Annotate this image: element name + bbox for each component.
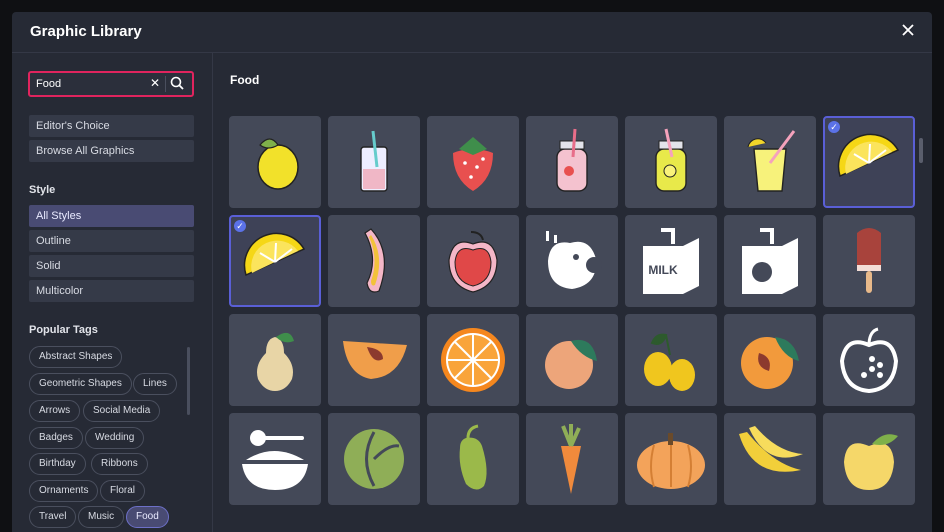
style-option-multicolor[interactable]: Multicolor <box>29 280 194 302</box>
graphic-tile[interactable] <box>526 413 618 505</box>
graphic-tile[interactable] <box>328 116 420 208</box>
graphic-tile[interactable] <box>823 413 915 505</box>
style-option-all-styles[interactable]: All Styles <box>29 205 194 227</box>
tag-wedding[interactable]: Wedding <box>85 427 145 449</box>
graphic-tile[interactable] <box>526 116 618 208</box>
sidebar-scrollbar[interactable] <box>187 347 190 415</box>
graphic-tile[interactable] <box>625 413 717 505</box>
graphic-tile[interactable] <box>526 215 618 307</box>
modal-title: Graphic Library <box>30 23 142 40</box>
graphic-tile[interactable] <box>724 116 816 208</box>
editors-choice-button[interactable]: Editor's Choice <box>29 115 194 137</box>
tag-badges[interactable]: Badges <box>29 427 83 449</box>
graphic-tile[interactable] <box>724 215 816 307</box>
tag-ribbons[interactable]: Ribbons <box>91 453 148 475</box>
tag-social-media[interactable]: Social Media <box>83 400 161 422</box>
graphic-tile[interactable] <box>724 413 816 505</box>
graphic-tile[interactable]: ✓ <box>229 215 321 307</box>
search-icon[interactable] <box>170 76 186 92</box>
tag-floral[interactable]: Floral <box>100 480 146 502</box>
graphic-library-modal: Graphic Library ✕ Editor's Choice Browse… <box>12 12 932 532</box>
tag-music[interactable]: Music <box>78 506 125 528</box>
graphic-tile[interactable] <box>229 116 321 208</box>
browse-all-graphics-button[interactable]: Browse All Graphics <box>29 140 194 162</box>
graphic-tile[interactable] <box>724 314 816 406</box>
graphic-tile[interactable] <box>823 314 915 406</box>
graphic-tile[interactable] <box>328 314 420 406</box>
graphic-tile[interactable]: MILK <box>625 215 717 307</box>
checkmark-icon: ✓ <box>234 220 246 232</box>
graphic-tile[interactable] <box>229 413 321 505</box>
tag-arrows[interactable]: Arrows <box>29 400 81 422</box>
style-option-solid[interactable]: Solid <box>29 255 194 277</box>
checkmark-icon: ✓ <box>828 121 840 133</box>
tag-travel[interactable]: Travel <box>29 506 77 528</box>
svg-text:MILK: MILK <box>648 263 678 277</box>
graphic-tile[interactable] <box>427 314 519 406</box>
tag-lines[interactable]: Lines <box>133 373 177 395</box>
graphic-tile[interactable] <box>427 413 519 505</box>
popular-tags-heading: Popular Tags <box>29 324 98 336</box>
tag-food[interactable]: Food <box>126 506 169 528</box>
tag-ornaments[interactable]: Ornaments <box>29 480 99 502</box>
graphic-tile[interactable]: ✓ <box>823 116 915 208</box>
graphic-tile[interactable] <box>823 215 915 307</box>
search-input[interactable] <box>36 76 136 92</box>
tag-abstract-shapes[interactable]: Abstract Shapes <box>29 346 123 368</box>
style-option-outline[interactable]: Outline <box>29 230 194 252</box>
graphic-tile[interactable] <box>427 215 519 307</box>
results-scrollbar[interactable] <box>919 138 923 163</box>
graphic-tile[interactable] <box>625 314 717 406</box>
graphic-tile[interactable] <box>526 314 618 406</box>
tag-geometric-shapes[interactable]: Geometric Shapes <box>29 373 132 395</box>
graphic-tile[interactable] <box>625 116 717 208</box>
sidebar: ✕ Editor's Choice Browse All Graphics St… <box>12 53 213 532</box>
results-heading: Food <box>230 73 260 87</box>
tag-birthday[interactable]: Birthday <box>29 453 86 475</box>
results-panel: Food ✓ ✓ MILK <box>213 53 932 532</box>
graphic-tile[interactable] <box>427 116 519 208</box>
graphic-tile[interactable] <box>328 215 420 307</box>
graphic-tile[interactable] <box>328 413 420 505</box>
style-heading: Style <box>29 184 56 196</box>
close-icon[interactable] <box>898 22 918 42</box>
search-box: ✕ <box>28 71 194 97</box>
graphic-tile[interactable] <box>229 314 321 406</box>
modal-header: Graphic Library <box>12 12 932 53</box>
search-divider <box>165 76 166 92</box>
clear-search-icon[interactable]: ✕ <box>150 76 160 90</box>
